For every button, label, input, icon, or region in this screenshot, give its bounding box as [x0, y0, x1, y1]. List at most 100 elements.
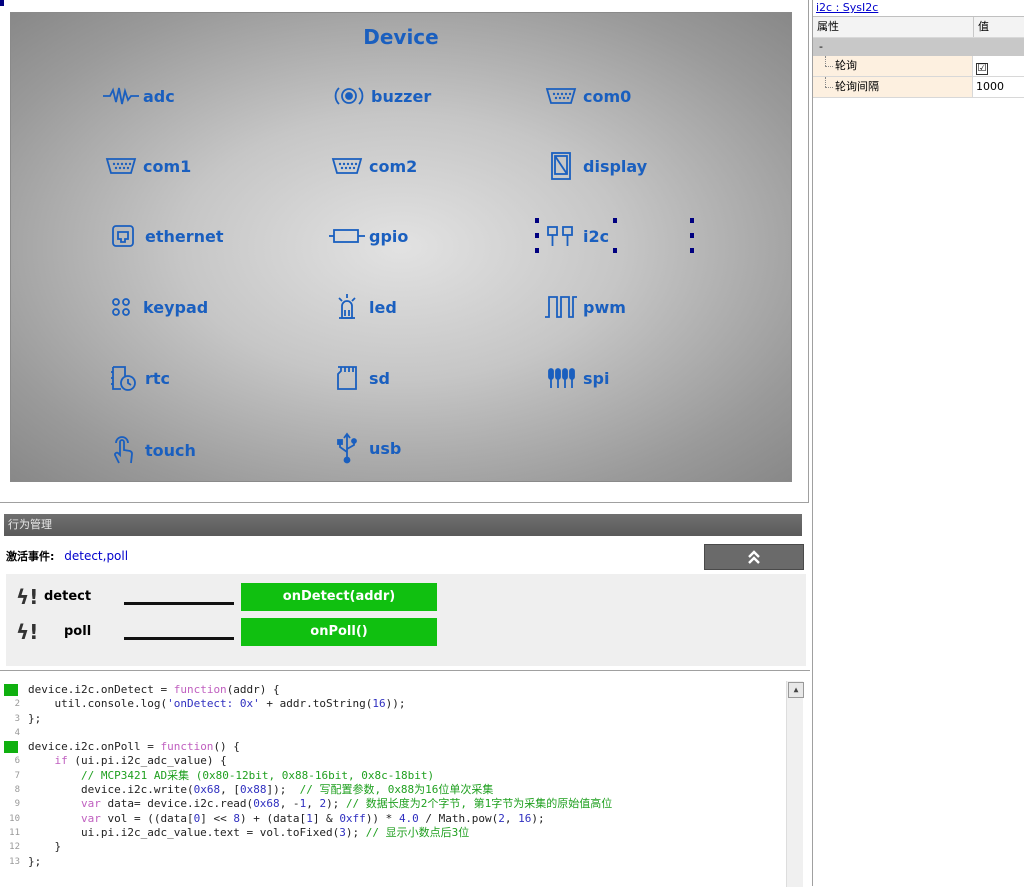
- keypad-icon: [101, 293, 141, 321]
- property-row-poll-interval[interactable]: 轮询间隔 1000: [813, 77, 1024, 98]
- event-connector: [124, 637, 234, 640]
- code-text[interactable]: device.i2c.onDetect = function(addr) { u…: [28, 683, 778, 869]
- device-item-keypad[interactable]: keypad: [101, 292, 208, 322]
- device-label: ethernet: [145, 226, 224, 246]
- serial-port-icon: [327, 152, 367, 180]
- property-category[interactable]: -: [813, 38, 1024, 56]
- code-line[interactable]: device.i2c.write(0x68, [0x88]); // 写配置参数…: [28, 783, 778, 797]
- event-handler-button[interactable]: onPoll(): [241, 618, 437, 646]
- canvas-corner-marker: [0, 0, 4, 6]
- line-number: 2: [14, 699, 20, 710]
- behavior-manager: 行为管理 激活事件: detect,poll ϟ! detect onDetec…: [0, 504, 810, 670]
- device-title: Device: [363, 25, 439, 49]
- event-row-detect[interactable]: ϟ! detect onDetect(addr): [6, 583, 806, 611]
- device-item-gpio[interactable]: gpio: [327, 221, 408, 251]
- poll-checkbox[interactable]: ☑: [976, 63, 988, 75]
- waveform-icon: [101, 82, 141, 110]
- selection-handle[interactable]: [613, 218, 617, 223]
- lightning-icon: ϟ!: [16, 620, 39, 644]
- property-grid-columns: 属性 值: [813, 17, 1024, 38]
- device-item-rtc[interactable]: rtc: [103, 363, 170, 393]
- device-item-i2c[interactable]: i2c: [541, 221, 609, 251]
- device-label: sd: [369, 368, 390, 388]
- property-grid-header: i2c : SysI2c: [813, 0, 1024, 17]
- code-line[interactable]: [28, 726, 778, 740]
- code-line[interactable]: device.i2c.onPoll = function() {: [28, 740, 778, 754]
- code-line[interactable]: };: [28, 712, 778, 726]
- device-item-led[interactable]: led: [327, 292, 397, 322]
- device-label: display: [583, 156, 648, 176]
- code-line[interactable]: if (ui.pi.i2c_adc_value) {: [28, 754, 778, 768]
- device-label: usb: [369, 438, 402, 458]
- property-value[interactable]: ☑: [973, 56, 1024, 76]
- scroll-up-icon[interactable]: ▲: [788, 682, 804, 698]
- code-line[interactable]: device.i2c.onDetect = function(addr) {: [28, 683, 778, 697]
- device-item-sd[interactable]: sd: [327, 363, 390, 393]
- active-events-value[interactable]: detect,poll: [64, 549, 128, 563]
- line-number: 3: [14, 713, 20, 724]
- selection-handle[interactable]: [535, 218, 539, 223]
- line-number: 4: [14, 727, 20, 738]
- usb-icon: [327, 432, 367, 464]
- event-handler-button[interactable]: onDetect(addr): [241, 583, 437, 611]
- device-label: spi: [583, 368, 610, 388]
- code-line[interactable]: ui.pi.i2c_adc_value.text = vol.toFixed(3…: [28, 826, 778, 840]
- poll-interval-value[interactable]: 1000: [973, 77, 1024, 97]
- device-label: led: [369, 297, 397, 317]
- event-connector: [124, 602, 234, 605]
- device-item-com0[interactable]: com0: [541, 81, 631, 111]
- line-number: 12: [9, 842, 20, 853]
- line-number: 7: [14, 770, 20, 781]
- device-item-com1[interactable]: com1: [101, 151, 191, 181]
- code-line[interactable]: var data= device.i2c.read(0x68, -1, 2); …: [28, 797, 778, 811]
- device-label: touch: [145, 440, 196, 460]
- device-item-com2[interactable]: com2: [327, 151, 417, 181]
- active-events: 激活事件: detect,poll: [6, 548, 128, 564]
- code-editor[interactable]: 2 3 4 6 7 8 9 10 11 12 13 device.i2c.onDetect = fu…: [0, 670, 810, 887]
- fold-marker[interactable]: [0, 740, 22, 754]
- device-item-spi[interactable]: spi: [541, 363, 609, 393]
- selection-handle[interactable]: [690, 248, 694, 253]
- device-item-usb[interactable]: usb: [327, 432, 402, 464]
- device-item-ethernet[interactable]: ethernet: [103, 221, 224, 251]
- design-canvas[interactable]: Device adc buzzer com0 com1 com2 display…: [0, 0, 809, 503]
- line-number: 11: [9, 827, 20, 838]
- device-label: com1: [143, 156, 192, 176]
- device-item-touch[interactable]: touch: [103, 435, 196, 465]
- device-item-buzzer[interactable]: buzzer: [329, 81, 431, 111]
- lightning-icon: ϟ!: [16, 585, 39, 609]
- selection-handle[interactable]: [613, 248, 617, 253]
- property-name: 轮询间隔: [813, 77, 973, 97]
- display-icon: [541, 152, 581, 180]
- selection-handle[interactable]: [690, 218, 694, 223]
- component-link[interactable]: i2c : SysI2c: [816, 1, 878, 14]
- line-number: 8: [14, 785, 20, 796]
- device-label: pwm: [583, 297, 626, 317]
- device-item-adc[interactable]: adc: [101, 81, 175, 111]
- selection-handle[interactable]: [690, 233, 694, 238]
- event-row-poll[interactable]: ϟ! poll onPoll(): [6, 618, 806, 646]
- double-chevron-up-icon: [748, 550, 760, 564]
- column-header-value: 值: [974, 17, 1024, 37]
- code-line[interactable]: util.console.log('onDetect: 0x' + addr.t…: [28, 697, 778, 711]
- i2c-icon: [541, 222, 581, 250]
- device-item-pwm[interactable]: pwm: [541, 292, 626, 322]
- fold-marker[interactable]: [0, 683, 22, 697]
- spi-icon: [541, 364, 581, 392]
- collapse-button[interactable]: [704, 544, 804, 570]
- device-label: com2: [369, 156, 418, 176]
- code-line[interactable]: // MCP3421 AD采集 (0x80-12bit, 0x88-16bit,…: [28, 769, 778, 783]
- speaker-icon: [329, 82, 369, 110]
- device-item-display[interactable]: display: [541, 151, 647, 181]
- serial-port-icon: [541, 82, 581, 110]
- code-line[interactable]: var vol = ((data[0] << 8) + (data[1] & 0…: [28, 812, 778, 826]
- selection-handle[interactable]: [535, 248, 539, 253]
- device-label: rtc: [145, 368, 171, 388]
- code-line[interactable]: }: [28, 840, 778, 854]
- code-line[interactable]: };: [28, 855, 778, 869]
- device-label: adc: [143, 86, 175, 106]
- device-panel[interactable]: Device adc buzzer com0 com1 com2 display…: [10, 12, 792, 482]
- vertical-scrollbar[interactable]: ▲: [786, 681, 804, 887]
- selection-handle[interactable]: [535, 233, 539, 238]
- property-row-poll[interactable]: 轮询 ☑: [813, 56, 1024, 77]
